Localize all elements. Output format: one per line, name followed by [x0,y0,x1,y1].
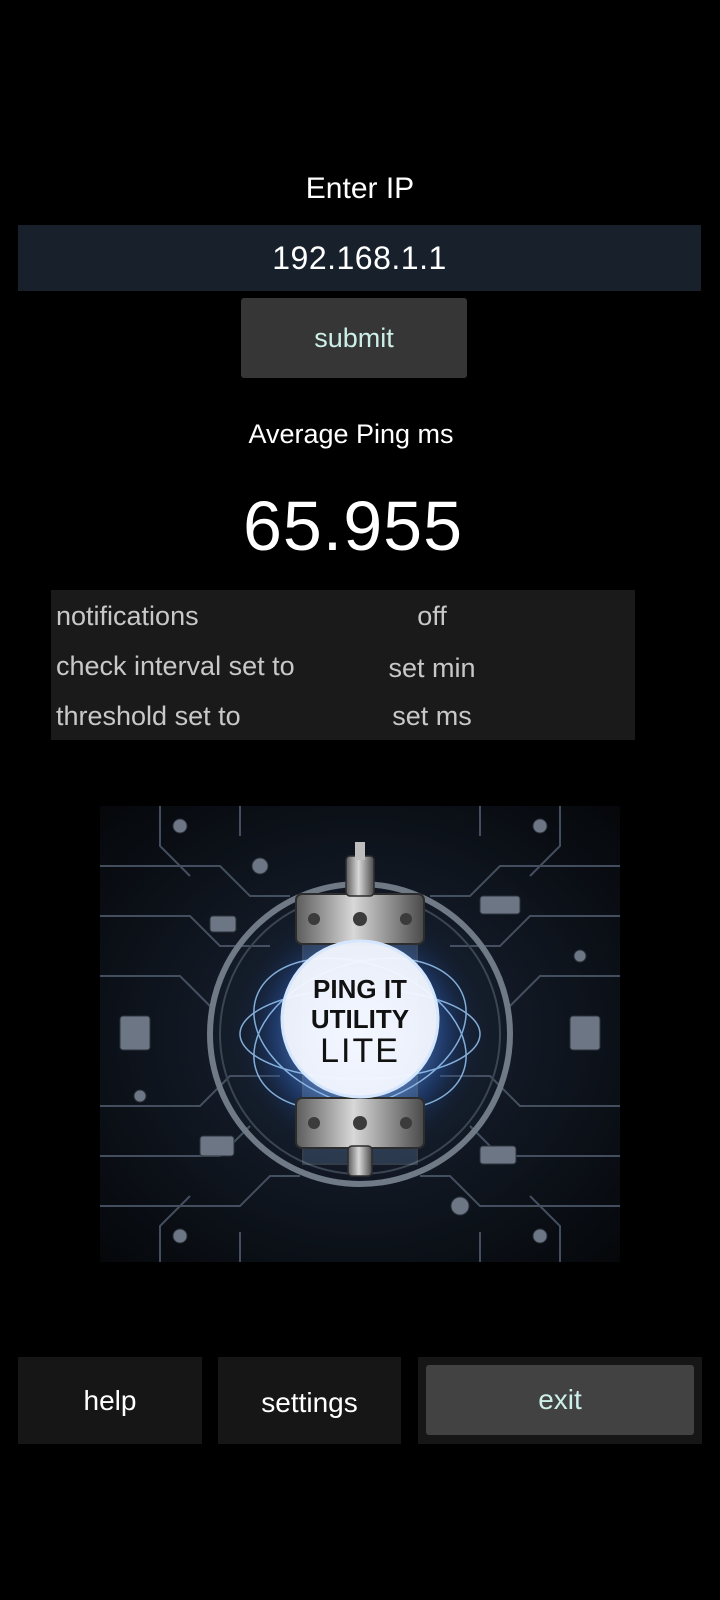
notifications-value: off [417,601,447,631]
ping-utility-screen: Enter IP submit Average Ping ms 65.955 n… [0,0,720,1600]
settings-summary-panel: notifications off check interval set to … [51,590,635,740]
threshold-value: set ms [392,701,472,731]
average-ping-value: 65.955 [242,487,464,565]
check-interval-row: check interval set to set min [51,651,635,695]
logo-text-line3: LITE [320,1032,400,1070]
average-ping-label: Average Ping ms [248,419,454,449]
notifications-row: notifications off [51,601,635,645]
enter-ip-label: Enter IP [305,172,415,205]
exit-button-container: exit [418,1357,702,1444]
logo-text-line1: PING IT [313,974,407,1004]
submit-button[interactable]: submit [241,298,467,378]
notifications-label: notifications [56,601,199,631]
threshold-label: threshold set to [56,701,241,731]
threshold-row: threshold set to set ms [51,701,635,745]
exit-button[interactable]: exit [426,1365,694,1435]
check-interval-value: set min [388,653,476,683]
logo-artwork: PING IT UTILITY LITE [100,806,620,1262]
logo-text-line2: UTILITY [311,1004,409,1034]
settings-button[interactable]: settings [218,1357,401,1444]
help-button[interactable]: help [18,1357,202,1444]
check-interval-label: check interval set to [56,651,295,681]
ip-input[interactable] [18,225,701,291]
ping-it-utility-lite-logo: PING IT UTILITY LITE [100,806,620,1262]
